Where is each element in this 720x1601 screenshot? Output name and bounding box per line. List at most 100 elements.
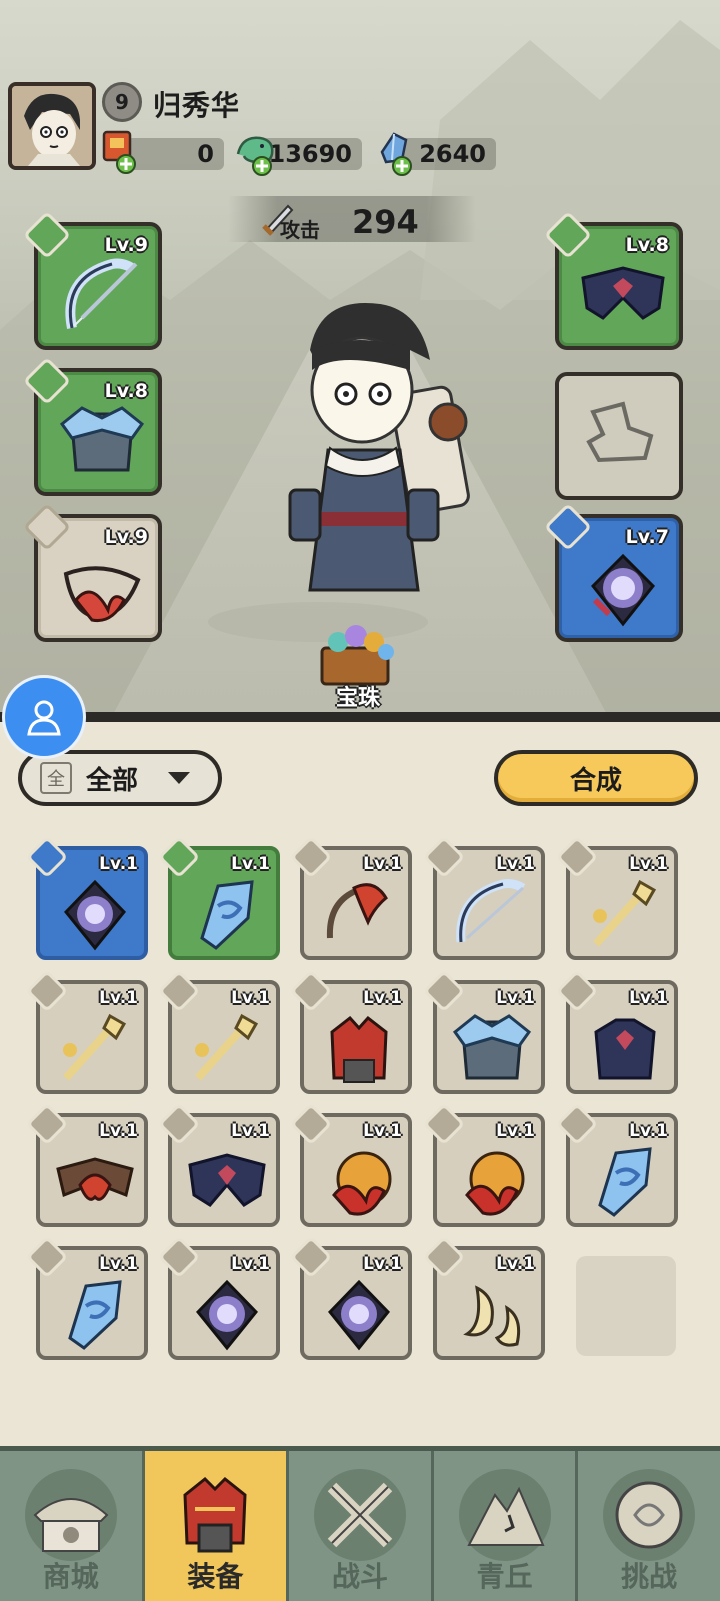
nav-equipment[interactable]: 装备 <box>144 1451 290 1601</box>
hero-character <box>288 302 470 592</box>
item-level: Lv.1 <box>99 1121 138 1141</box>
nav-shop-label: 商城 <box>42 1560 99 1593</box>
staff-icon <box>593 879 657 947</box>
crystal-icon <box>68 1280 122 1350</box>
ticket-value: 0 <box>197 140 214 168</box>
ice-armor-icon <box>59 406 145 472</box>
charm-slot[interactable]: Lv.7 <box>543 502 683 642</box>
crystal-icon <box>598 1147 652 1217</box>
nav-battle-label: 战斗 <box>331 1560 388 1593</box>
jade-value: 13690 <box>268 140 353 168</box>
inventory-item-flame-bow[interactable]: Lv.1 <box>289 835 412 960</box>
orb-chest-label[interactable]: 宝珠 <box>336 680 380 712</box>
inventory-item-ice-armor[interactable]: Lv.1 <box>422 969 545 1094</box>
inventory-item-fire-orb[interactable]: Lv.1 <box>422 1102 545 1227</box>
inventory-item-charm[interactable]: Lv.1 <box>289 1235 412 1360</box>
player-level-badge: 9 <box>102 82 142 122</box>
profile-floating-button[interactable] <box>2 675 86 759</box>
item-level: Lv.1 <box>496 1121 535 1141</box>
belt-slot[interactable]: Lv.8 <box>543 210 683 350</box>
ice-bow-icon <box>456 879 526 943</box>
inventory-item-fire-orb[interactable]: Lv.1 <box>289 1102 412 1227</box>
avatar-face-icon <box>12 86 92 166</box>
dark-belt-icon <box>188 1153 266 1207</box>
inventory-item-dark-armor[interactable]: Lv.1 <box>555 969 678 1094</box>
item-level: Lv.1 <box>99 988 138 1008</box>
inventory-item-ice-bow[interactable]: Lv.1 <box>422 835 545 960</box>
nav-shop[interactable]: 商城 <box>0 1451 145 1601</box>
item-level: Lv.1 <box>629 854 668 874</box>
item-level: Lv.1 <box>231 988 270 1008</box>
challenge-icon <box>603 1469 696 1561</box>
item-level: Lv.1 <box>496 1254 535 1274</box>
inventory-item-red-armor[interactable]: Lv.1 <box>289 969 412 1094</box>
scene-divider <box>0 712 720 722</box>
battle-icon <box>313 1469 406 1561</box>
item-level: Lv.1 <box>496 854 535 874</box>
crystal-value: 2640 <box>419 140 486 168</box>
charm-icon <box>328 1279 390 1351</box>
item-level: Lv.1 <box>363 854 402 874</box>
player-name: 归秀华 <box>153 89 241 122</box>
charm-icon <box>64 879 126 951</box>
charm-icon <box>196 1279 258 1351</box>
inventory-item-crystal[interactable]: Lv.1 <box>157 835 280 960</box>
inventory-item-red-belt[interactable]: Lv.1 <box>25 1102 148 1227</box>
red-armor-icon <box>330 1015 388 1083</box>
attack-value: 294 <box>352 203 419 241</box>
dark-belt-icon <box>581 266 665 320</box>
inventory-item-crystal[interactable]: Lv.1 <box>25 1235 148 1360</box>
nav-qingqiu[interactable]: 青丘 <box>434 1451 579 1601</box>
item-level: Lv.1 <box>363 1254 402 1274</box>
inventory-item-claw[interactable]: Lv.1 <box>422 1235 545 1360</box>
item-level: Lv.1 <box>99 1254 138 1274</box>
staff-icon <box>63 1013 127 1081</box>
fire-orb-icon <box>332 1151 392 1216</box>
qingqiu-icon <box>458 1469 551 1561</box>
nav-battle[interactable]: 战斗 <box>289 1451 434 1601</box>
inventory-item-staff[interactable]: Lv.1 <box>157 969 280 1094</box>
inventory-item-charm[interactable]: Lv.1 <box>157 1235 280 1360</box>
item-level: Lv.1 <box>496 988 535 1008</box>
crystal-icon <box>200 880 254 950</box>
empty-inventory-slot[interactable] <box>576 1256 676 1356</box>
inventory-item-staff[interactable]: Lv.1 <box>555 835 678 960</box>
filter-all-icon: 全 <box>40 762 72 794</box>
attack-label: 攻击 <box>280 218 320 242</box>
locked-slot[interactable] <box>555 372 683 500</box>
blue-crystal-icon[interactable] <box>372 128 418 176</box>
player-avatar[interactable] <box>8 82 96 170</box>
nav-equipment-label: 装备 <box>187 1560 244 1593</box>
armor-slot[interactable]: Lv.8 <box>22 356 162 496</box>
bottom-nav: 商城 装备 战斗 青丘 挑战 <box>0 1446 720 1601</box>
claw-icon <box>463 1285 521 1347</box>
person-icon <box>27 700 61 736</box>
ice-bow-icon <box>65 258 138 329</box>
red-belt-icon <box>56 1157 134 1201</box>
craft-button[interactable]: 合成 <box>494 750 698 806</box>
item-level: Lv.1 <box>629 1121 668 1141</box>
flame-necklace-icon <box>63 566 141 623</box>
filter-label: 全部 <box>86 765 139 796</box>
nav-challenge[interactable]: 挑战 <box>578 1451 720 1601</box>
ice-armor-icon <box>452 1014 532 1080</box>
weapon-slot[interactable]: Lv.9 <box>22 210 162 350</box>
item-level: Lv.1 <box>363 988 402 1008</box>
flame-bow-icon <box>326 883 388 939</box>
necklace-slot[interactable]: Lv.9 <box>22 502 162 642</box>
inventory-item-staff[interactable]: Lv.1 <box>25 969 148 1094</box>
item-level: Lv.1 <box>363 1121 402 1141</box>
staff-icon <box>195 1013 259 1081</box>
shop-icon <box>24 1469 117 1561</box>
equipment-icon <box>183 1476 247 1553</box>
dropdown-arrow-icon <box>168 772 191 784</box>
void-charm-icon <box>590 553 656 627</box>
boot-outline-icon <box>586 401 654 463</box>
inventory-item-crystal[interactable]: Lv.1 <box>555 1102 678 1227</box>
item-level: Lv.1 <box>231 1254 270 1274</box>
red-ticket-icon[interactable] <box>96 126 142 174</box>
inventory-item-charm[interactable]: Lv.1 <box>25 835 148 960</box>
item-level: Lv.1 <box>231 854 270 874</box>
jade-dragon-icon[interactable] <box>232 128 280 176</box>
inventory-item-dark-belt[interactable]: Lv.1 <box>157 1102 280 1227</box>
